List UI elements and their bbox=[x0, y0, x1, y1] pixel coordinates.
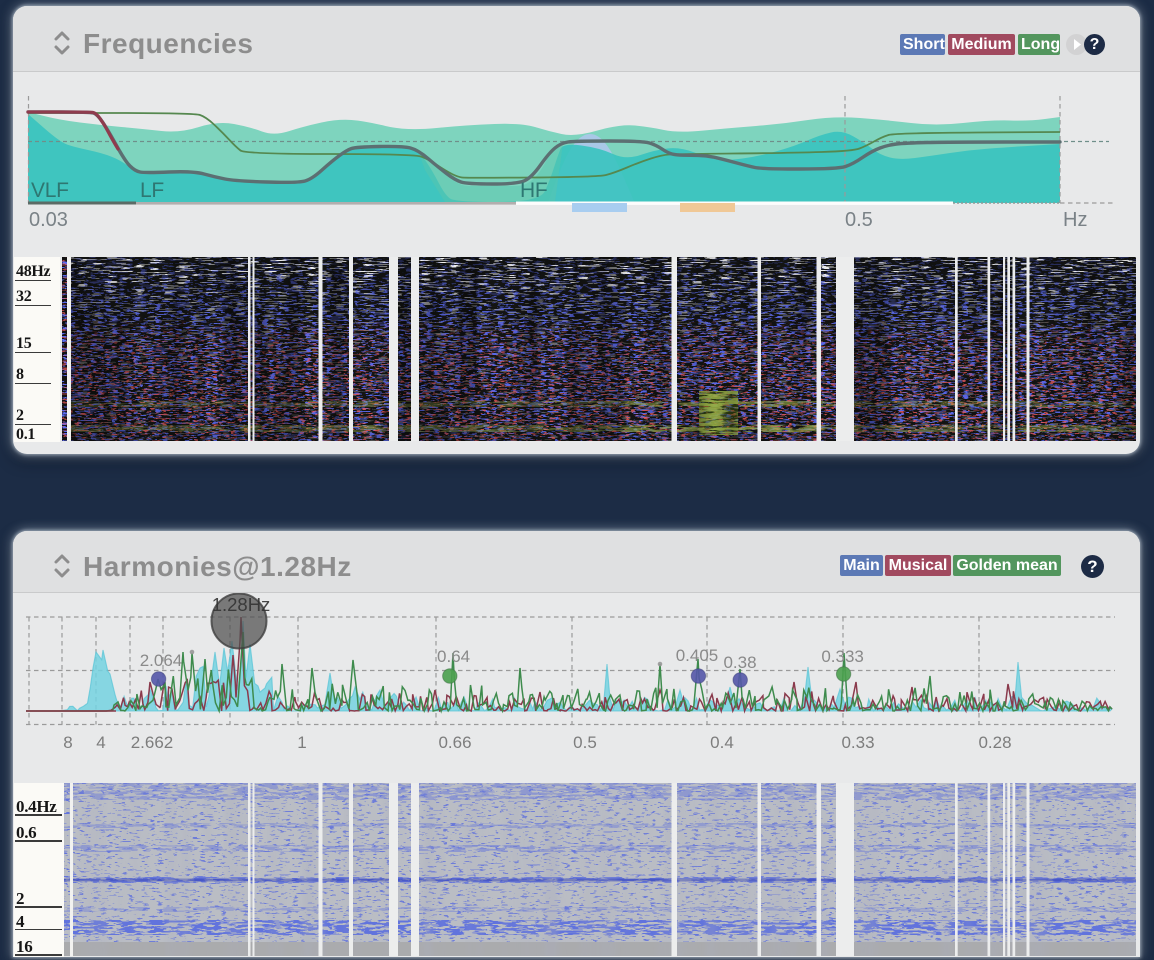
svg-text:8: 8 bbox=[63, 733, 72, 752]
svg-text:2.662: 2.662 bbox=[131, 733, 174, 752]
svg-text:VLF: VLF bbox=[31, 179, 69, 202]
svg-text:0.64: 0.64 bbox=[437, 647, 470, 666]
svg-text:0.28: 0.28 bbox=[978, 733, 1011, 752]
svg-text:2.064: 2.064 bbox=[140, 651, 183, 670]
svg-text:0.4: 0.4 bbox=[710, 733, 734, 752]
svg-text:0.333: 0.333 bbox=[821, 647, 864, 666]
svg-text:0.38: 0.38 bbox=[723, 653, 756, 672]
svg-text:0.405: 0.405 bbox=[676, 646, 719, 665]
svg-text:1.28Hz: 1.28Hz bbox=[212, 594, 271, 615]
svg-text:HF: HF bbox=[520, 179, 547, 202]
svg-text:0.33: 0.33 bbox=[841, 733, 874, 752]
svg-text:0.5: 0.5 bbox=[845, 209, 873, 231]
svg-text:0.66: 0.66 bbox=[438, 733, 471, 752]
svg-text:0.5: 0.5 bbox=[573, 733, 597, 752]
svg-text:LF: LF bbox=[140, 179, 164, 202]
svg-text:Hz: Hz bbox=[1063, 209, 1087, 231]
svg-text:4: 4 bbox=[96, 733, 105, 752]
svg-text:0.03: 0.03 bbox=[29, 209, 68, 231]
svg-text:1: 1 bbox=[297, 733, 306, 752]
